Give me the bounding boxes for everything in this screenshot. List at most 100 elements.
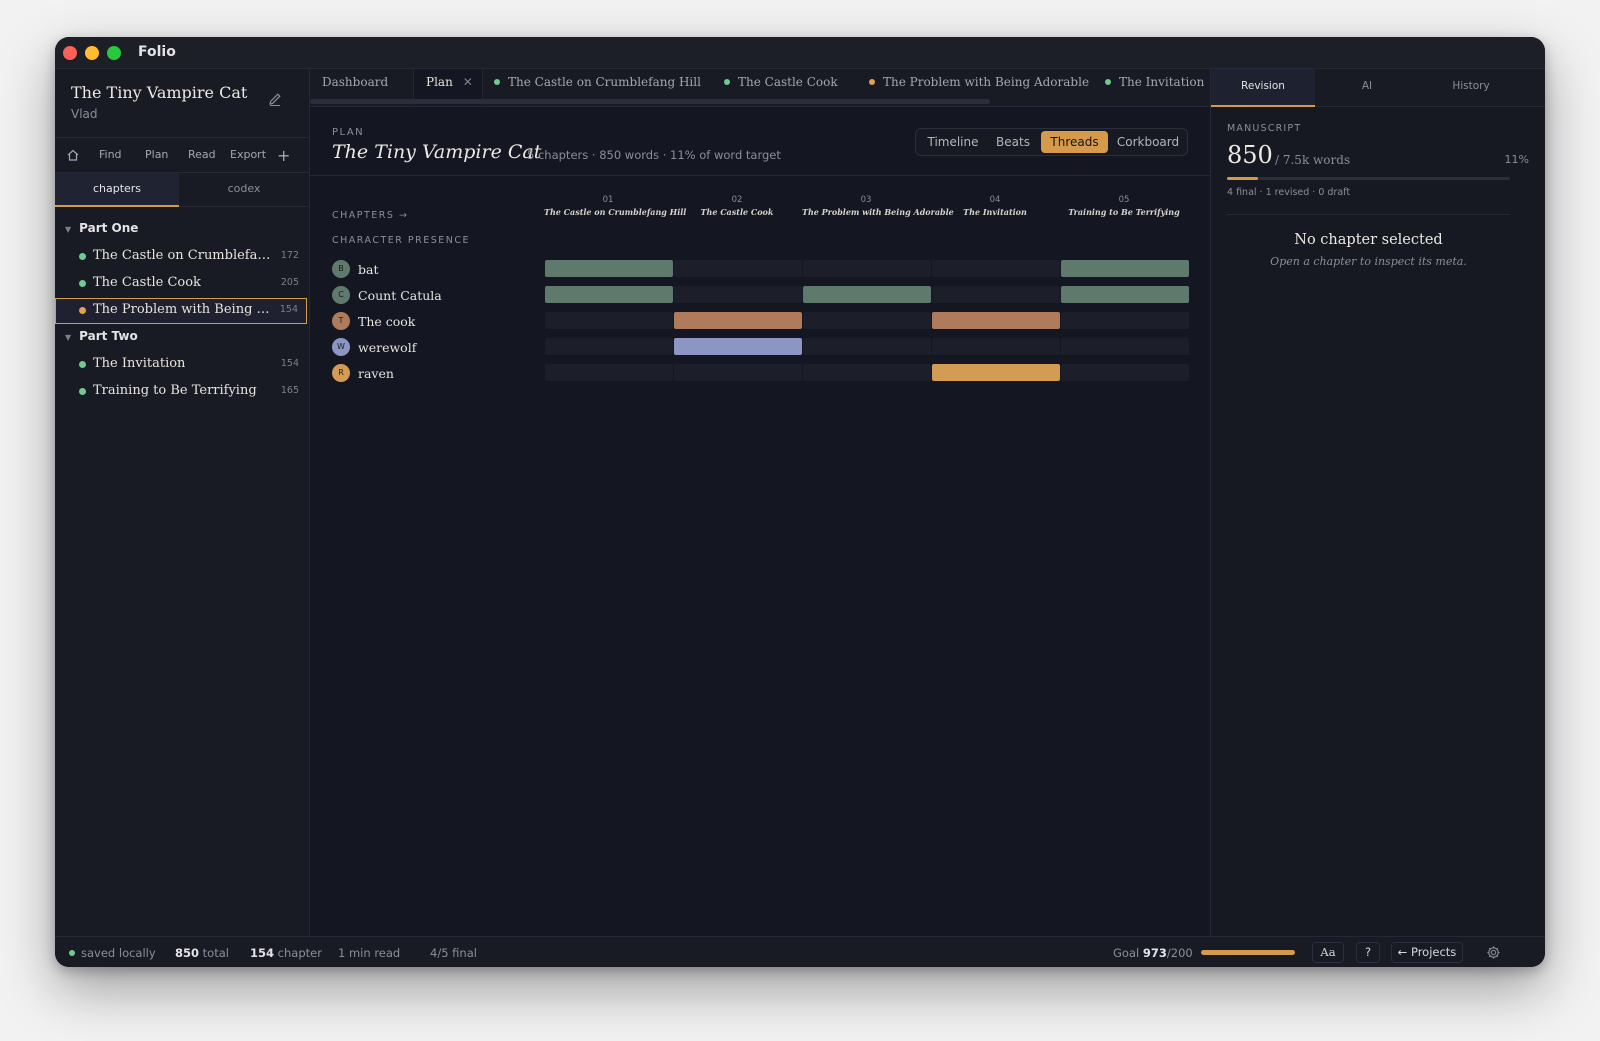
close-icon[interactable]: ✕: [463, 75, 473, 89]
minimize-window-button[interactable]: [85, 46, 99, 60]
view-timeline-button[interactable]: Timeline: [922, 131, 984, 153]
status-dot: [494, 79, 500, 85]
chapter-word-count: 205: [280, 277, 299, 288]
view-corkboard-button[interactable]: Corkboard: [1112, 131, 1184, 153]
presence-cell-filled[interactable]: [1061, 260, 1189, 277]
view-switcher: Timeline Beats Threads Corkboard: [915, 128, 1188, 156]
final-count: 4/5 final: [430, 946, 477, 960]
presence-cell-empty[interactable]: [1061, 364, 1189, 381]
goal-target: /200: [1166, 946, 1193, 960]
presence-cell-empty[interactable]: [803, 260, 931, 277]
chapter-column-header[interactable]: 01 The Castle on Crumblefang Hill: [544, 195, 687, 217]
chapters-label: CHAPTERS →: [332, 210, 409, 221]
chapter-column-header[interactable]: 05 Training to Be Terrifying: [1060, 195, 1188, 217]
project-author: Vlad: [71, 107, 98, 121]
presence-cell-filled[interactable]: [932, 312, 1060, 329]
total-words-value: 850: [175, 946, 200, 960]
nav-plan[interactable]: Plan: [145, 148, 168, 161]
character-name[interactable]: werewolf: [358, 340, 416, 355]
status-dot: [869, 79, 875, 85]
chapter-column-header[interactable]: 03 The Problem with Being Adorable: [802, 195, 954, 217]
tab-revision[interactable]: Revision: [1211, 69, 1315, 107]
presence-cell-empty[interactable]: [932, 338, 1060, 355]
goal-value: 973: [1142, 946, 1167, 960]
app-title: Folio: [138, 44, 176, 60]
character-presence-label: CHARACTER PRESENCE: [332, 235, 470, 246]
part-one-label[interactable]: ▼ Part One: [65, 221, 138, 235]
presence-cell-empty[interactable]: [1061, 338, 1189, 355]
saved-status: saved locally: [81, 946, 156, 960]
chapter-item-selected[interactable]: The Problem with Being A... 154: [55, 298, 307, 324]
presence-cell-filled[interactable]: [545, 260, 673, 277]
status-bar: saved locally 850 total 154 chapter 1 mi…: [55, 936, 1545, 967]
font-settings-button[interactable]: Aa: [1312, 942, 1344, 963]
chapter-item[interactable]: Training to Be Terrifying 165: [55, 379, 307, 405]
chapter-number: 01: [602, 195, 614, 205]
nav-export[interactable]: Export: [230, 148, 266, 161]
plus-icon[interactable]: +: [277, 146, 290, 165]
character-name[interactable]: Count Catula: [358, 288, 442, 303]
presence-cell-empty[interactable]: [803, 364, 931, 381]
projects-button[interactable]: ← Projects: [1391, 942, 1463, 963]
divider: [1227, 214, 1510, 215]
chapter-title: Training to Be Terrifying: [1068, 207, 1180, 217]
zoom-window-button[interactable]: [107, 46, 121, 60]
presence-cell-empty[interactable]: [932, 286, 1060, 303]
help-button[interactable]: ?: [1356, 942, 1380, 963]
presence-cell-empty[interactable]: [674, 286, 802, 303]
home-icon[interactable]: [66, 148, 80, 162]
tab-ai[interactable]: AI: [1315, 69, 1419, 107]
editor-tab-bar: Dashboard Plan ✕ The Castle on Crumblefan…: [310, 69, 1210, 107]
manuscript-target: / 7.5k words: [1275, 153, 1351, 167]
presence-cell-empty[interactable]: [545, 364, 673, 381]
status-dot: [79, 280, 86, 287]
character-avatar: B: [332, 260, 350, 278]
pencil-icon[interactable]: [267, 91, 283, 107]
nav-find[interactable]: Find: [99, 148, 122, 161]
presence-cell-empty[interactable]: [932, 260, 1060, 277]
tab-chapters[interactable]: chapters: [55, 173, 179, 207]
tab-label: The Invitation: [1119, 75, 1205, 89]
presence-cell-filled[interactable]: [932, 364, 1060, 381]
tab-label: Plan: [426, 75, 453, 89]
presence-cell-empty[interactable]: [674, 260, 802, 277]
status-dot: [1105, 79, 1111, 85]
presence-cell-filled[interactable]: [674, 312, 802, 329]
part-two-label[interactable]: ▼ Part Two: [65, 329, 138, 343]
character-name[interactable]: The cook: [358, 314, 415, 329]
presence-cell-empty[interactable]: [803, 312, 931, 329]
view-beats-button[interactable]: Beats: [988, 131, 1038, 153]
empty-state-subtitle: Open a chapter to inspect its meta.: [1270, 255, 1467, 268]
status-dot: [79, 253, 86, 260]
presence-cell-empty[interactable]: [1061, 312, 1189, 329]
chapter-column-header[interactable]: 04 The Invitation: [931, 195, 1059, 217]
view-threads-button[interactable]: Threads: [1041, 131, 1108, 153]
chapter-item[interactable]: The Castle on Crumblefan... 172: [55, 244, 307, 270]
presence-cell-empty[interactable]: [545, 338, 673, 355]
chapter-item[interactable]: The Invitation 154: [55, 352, 307, 378]
tab-scrollbar[interactable]: [310, 99, 990, 104]
presence-cell-empty[interactable]: [674, 364, 802, 381]
presence-cell-filled[interactable]: [803, 286, 931, 303]
nav-read[interactable]: Read: [188, 148, 216, 161]
gear-icon[interactable]: [1486, 945, 1501, 960]
character-avatar: C: [332, 286, 350, 304]
presence-cell-empty[interactable]: [803, 338, 931, 355]
character-name[interactable]: raven: [358, 366, 394, 381]
progress-fill: [1227, 177, 1259, 180]
close-window-button[interactable]: [63, 46, 77, 60]
chapter-item[interactable]: The Castle Cook 205: [55, 271, 307, 297]
chapter-number: 05: [1118, 195, 1130, 205]
tab-history[interactable]: History: [1419, 69, 1523, 107]
presence-cell-filled[interactable]: [1061, 286, 1189, 303]
character-name[interactable]: bat: [358, 262, 378, 277]
character-row: Wwerewolf: [332, 336, 1192, 358]
tab-codex[interactable]: codex: [182, 173, 306, 207]
tab-label: The Castle on Crumblefang Hill: [508, 75, 701, 89]
presence-cell-filled[interactable]: [674, 338, 802, 355]
presence-cell-empty[interactable]: [545, 312, 673, 329]
chapter-title: The Castle on Crumblefang Hill: [544, 207, 687, 217]
tab-chapter-4[interactable]: The Invitation: [1105, 69, 1204, 105]
presence-cell-filled[interactable]: [545, 286, 673, 303]
chapter-column-header[interactable]: 02 The Castle Cook: [673, 195, 801, 217]
